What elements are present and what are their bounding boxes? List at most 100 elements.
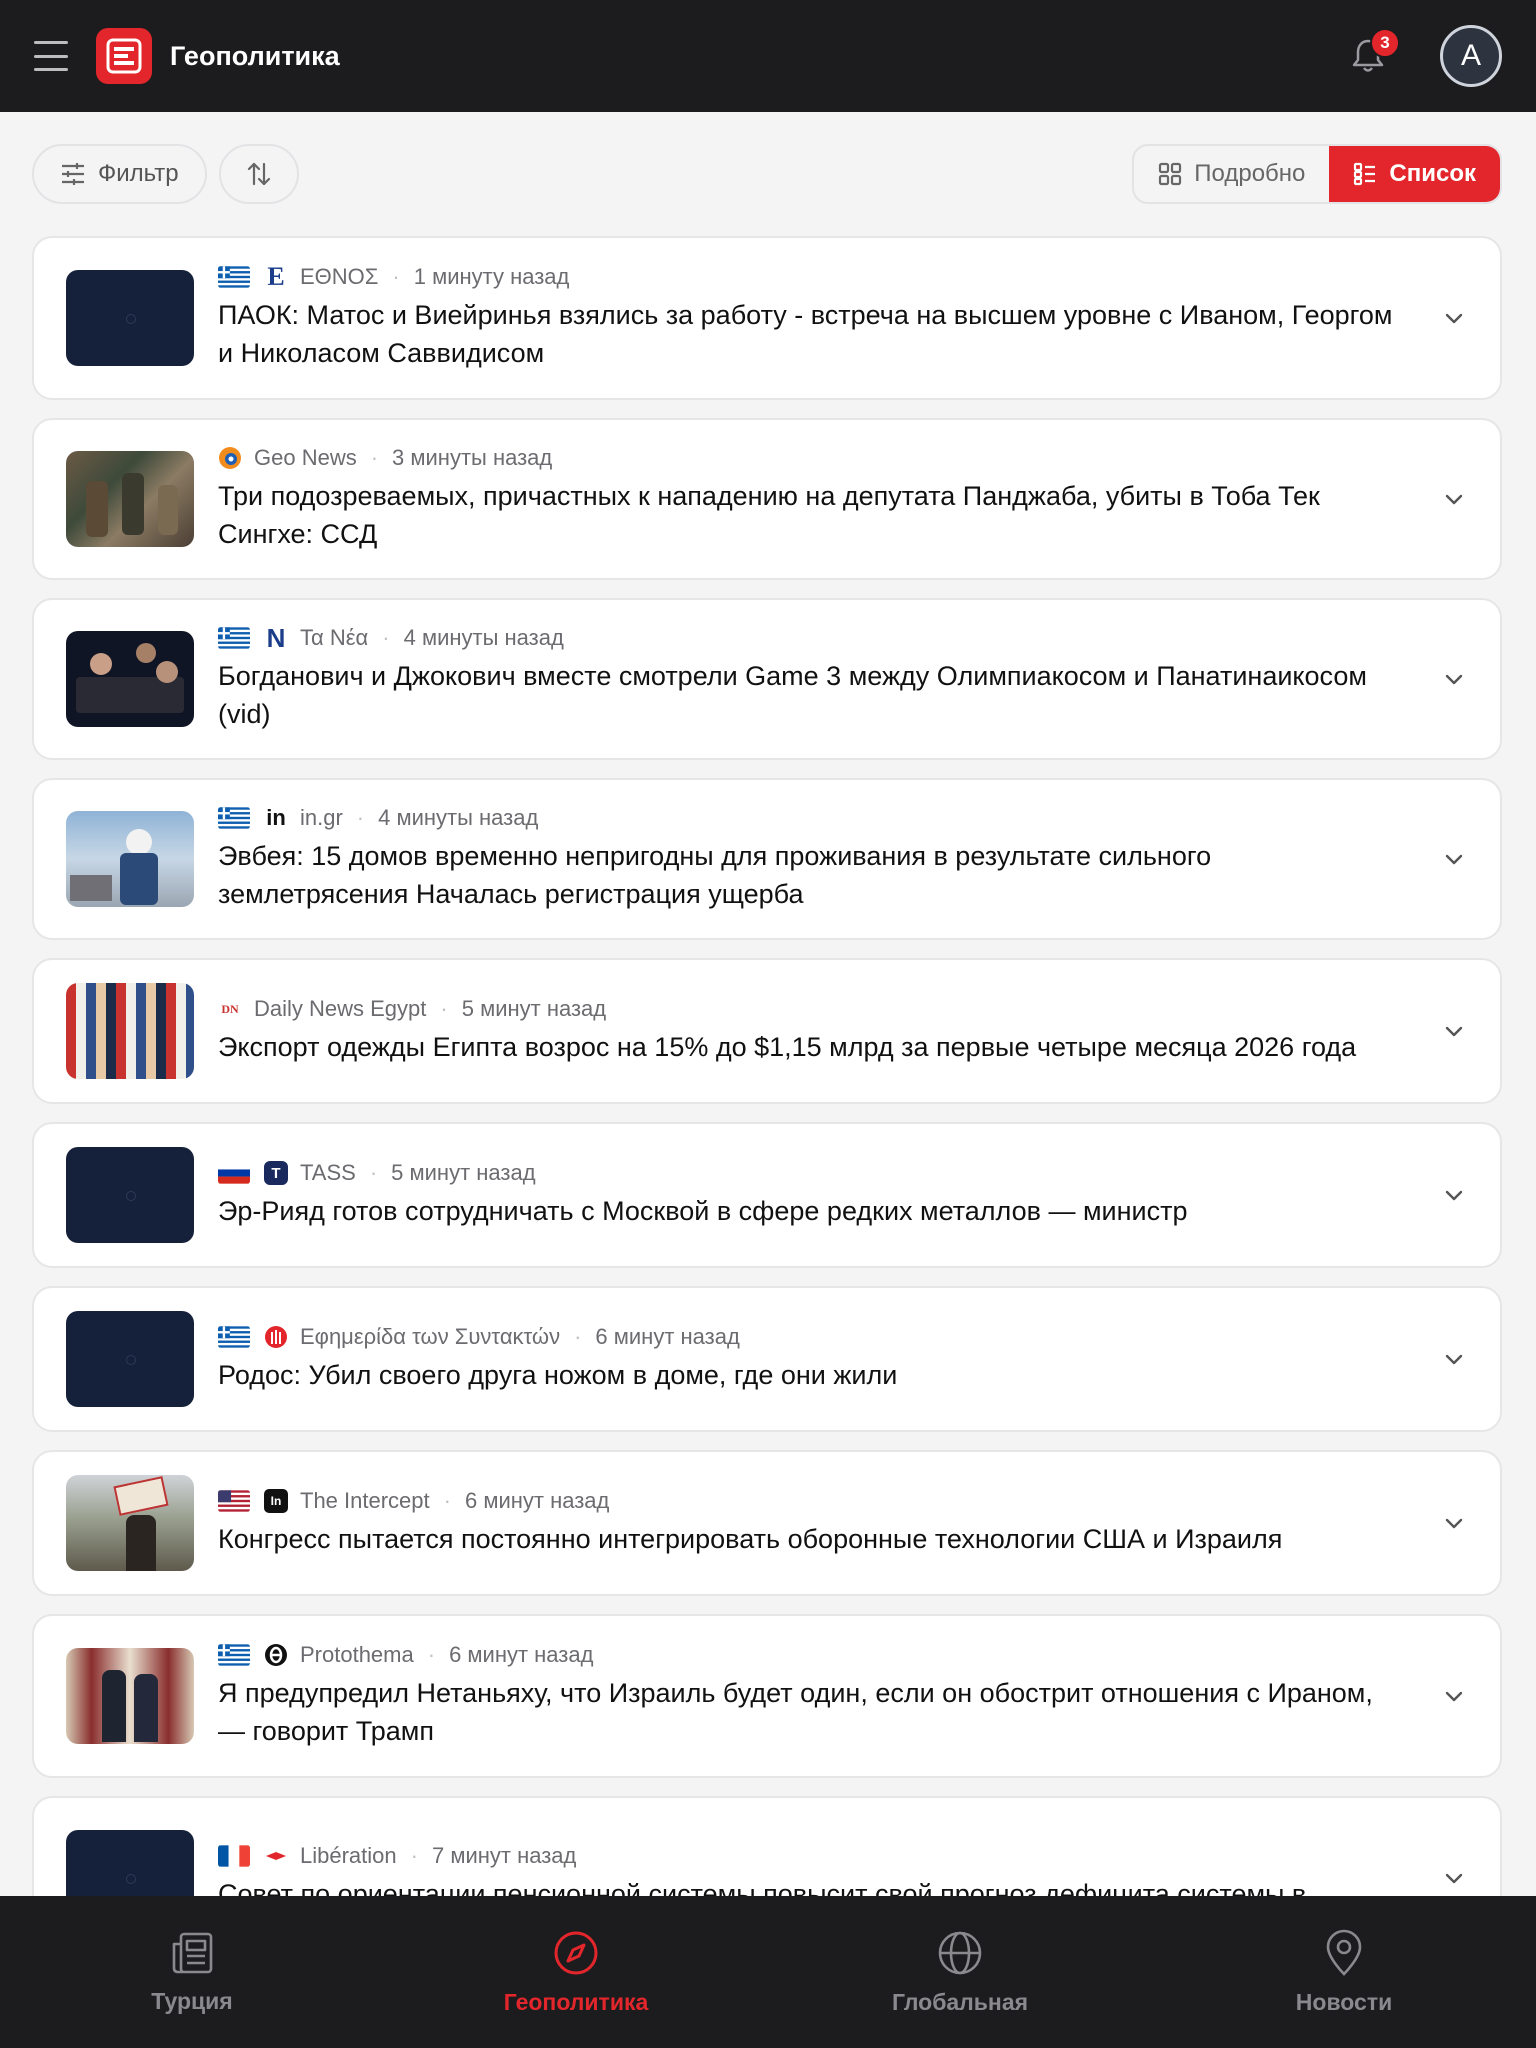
nav-item-turkey[interactable]: Турция [0,1896,384,2048]
list-item[interactable]: In The Intercept · 6 минут назад Конгрес… [32,1450,1502,1596]
efsyn-logo-icon [265,1326,287,1348]
article-thumbnail [66,1147,194,1243]
article-headline: ПАОК: Матос и Виейринья взялись за работ… [218,300,1393,368]
article-headline: Три подозреваемых, причастных к нападени… [218,481,1320,549]
article-thumbnail [66,1475,194,1571]
nav-label: Геополитика [503,1988,649,2015]
filter-label: Фильтр [98,160,179,187]
article-headline: Я предупредил Нетаньяху, что Израиль буд… [218,1678,1373,1746]
list-item[interactable]: T TASS · 5 минут назад Эр-Рияд готов сот… [32,1122,1502,1268]
greece-flag-icon [218,1326,250,1348]
greece-flag-icon [218,627,250,649]
timestamp: 4 минуты назад [378,805,539,830]
timestamp: 6 минут назад [595,1324,740,1349]
chevron-down-icon[interactable] [1442,487,1466,511]
source-name: Εφημερίδα των Συντακτών [300,1324,561,1349]
article-thumbnail [66,270,194,366]
source-name: TASS [300,1160,356,1185]
grid-icon [1159,162,1182,186]
view-toggle: Подробно Список [1132,144,1502,204]
nav-label: Новости [1295,1988,1393,2015]
geo-news-logo-icon [219,447,241,469]
top-app-bar: Геополитика 3 A [0,0,1536,112]
article-headline: Конгресс пытается постоянно интегрироват… [218,1524,1283,1554]
sort-arrows-icon [247,162,270,186]
usa-flag-icon [218,1490,250,1512]
intercept-logo-icon: In [264,1489,288,1513]
view-list-button[interactable]: Список [1329,146,1500,202]
globe-icon [938,1931,982,1974]
chevron-down-icon[interactable] [1442,1347,1466,1371]
greece-flag-icon [218,807,250,829]
article-thumbnail [66,1648,194,1744]
nav-label: Глобальная [891,1988,1029,2015]
ethnos-logo-icon: Ε [267,262,285,291]
article-thumbnail [66,1311,194,1407]
list-icon [1354,162,1376,186]
timestamp: 4 минуты назад [403,625,564,650]
source-name: Protothema [300,1642,414,1667]
chevron-down-icon[interactable] [1442,306,1466,330]
list-item[interactable]: Ε ΕΘΝΟΣ · 1 минуту назад ПАОК: Матос и В… [32,236,1502,400]
source-name: Daily News Egypt [254,996,427,1021]
chevron-down-icon[interactable] [1442,1866,1466,1890]
chevron-down-icon[interactable] [1442,847,1466,871]
source-name: Libération [300,1843,397,1868]
nav-item-global[interactable]: Глобальная [768,1896,1152,2048]
list-item[interactable]: Protothema · 6 минут назад Я предупредил… [32,1614,1502,1778]
location-pin-icon [1326,1929,1362,1976]
russia-flag-icon [218,1162,250,1184]
nav-item-geopolitics[interactable]: Геополитика [384,1896,768,2048]
ta-nea-logo-icon: N [266,622,286,653]
list-toolbar: Фильтр Подробно Список [32,144,1502,204]
article-headline: Эвбея: 15 домов временно непригодны для … [218,841,1212,909]
avatar[interactable]: A [1440,25,1502,87]
app-logo[interactable] [96,28,152,84]
nav-label: Турция [151,1987,233,2014]
source-name: Geo News [254,445,357,470]
bottom-navigation: Турция Геополитика Глобальная Новости [0,1896,1536,2048]
list-item[interactable]: Geo News · 3 минуты назад Три подозревае… [32,418,1502,580]
greece-flag-icon [218,266,250,288]
chevron-down-icon[interactable] [1442,1183,1466,1207]
timestamp: 5 минут назад [461,996,607,1021]
article-headline: Экспорт одежды Египта возрос на 15% до $… [218,1032,1357,1062]
newspaper-icon [172,1932,213,1973]
timestamp: 1 минуту назад [413,264,570,289]
liberation-logo-icon [266,1852,286,1860]
source-name: in.gr [300,805,343,830]
timestamp: 5 минут назад [391,1160,536,1185]
notifications-button[interactable]: 3 [1342,28,1400,82]
source-name: The Intercept [300,1488,430,1513]
list-item[interactable]: Εφημερίδα των Συντακτών · 6 минут назад … [32,1286,1502,1432]
tass-logo-icon: T [264,1161,288,1185]
page-title: Геополитика [170,40,340,71]
sort-button[interactable] [218,144,299,204]
greece-flag-icon [218,1644,250,1666]
france-flag-icon [218,1845,250,1867]
sliders-icon [62,163,84,185]
article-list: Ε ΕΘΝΟΣ · 1 минуту назад ПАОК: Матос и В… [32,236,1502,1978]
list-item[interactable]: in in.gr · 4 минуты назад Эвбея: 15 домо… [32,778,1502,940]
article-thumbnail [66,451,194,547]
nav-item-news[interactable]: Новости [1152,1896,1536,2048]
notification-badge: 3 [1370,28,1400,58]
timestamp: 7 минут назад [431,1843,577,1868]
list-item[interactable]: N Τα Νέα · 4 минуты назад Богданович и Д… [32,598,1502,760]
chevron-down-icon[interactable] [1442,667,1466,691]
compass-icon [554,1931,598,1974]
article-headline: Родос: Убил своего друга ножом в доме, г… [218,1360,898,1390]
source-name: ΕΘΝΟΣ [300,264,379,289]
menu-icon[interactable] [34,41,68,71]
chevron-down-icon[interactable] [1442,1684,1466,1708]
timestamp: 6 минут назад [449,1642,594,1667]
view-list-label: Список [1389,160,1476,187]
list-item[interactable]: DN Daily News Egypt · 5 минут назад Эксп… [32,958,1502,1104]
view-detailed-button[interactable]: Подробно [1134,146,1329,202]
protothema-logo-icon [265,1644,287,1666]
view-detailed-label: Подробно [1194,160,1306,187]
filter-button[interactable]: Фильтр [32,144,207,204]
chevron-down-icon[interactable] [1442,1511,1466,1535]
timestamp: 3 минуты назад [392,445,553,470]
chevron-down-icon[interactable] [1442,1019,1466,1043]
